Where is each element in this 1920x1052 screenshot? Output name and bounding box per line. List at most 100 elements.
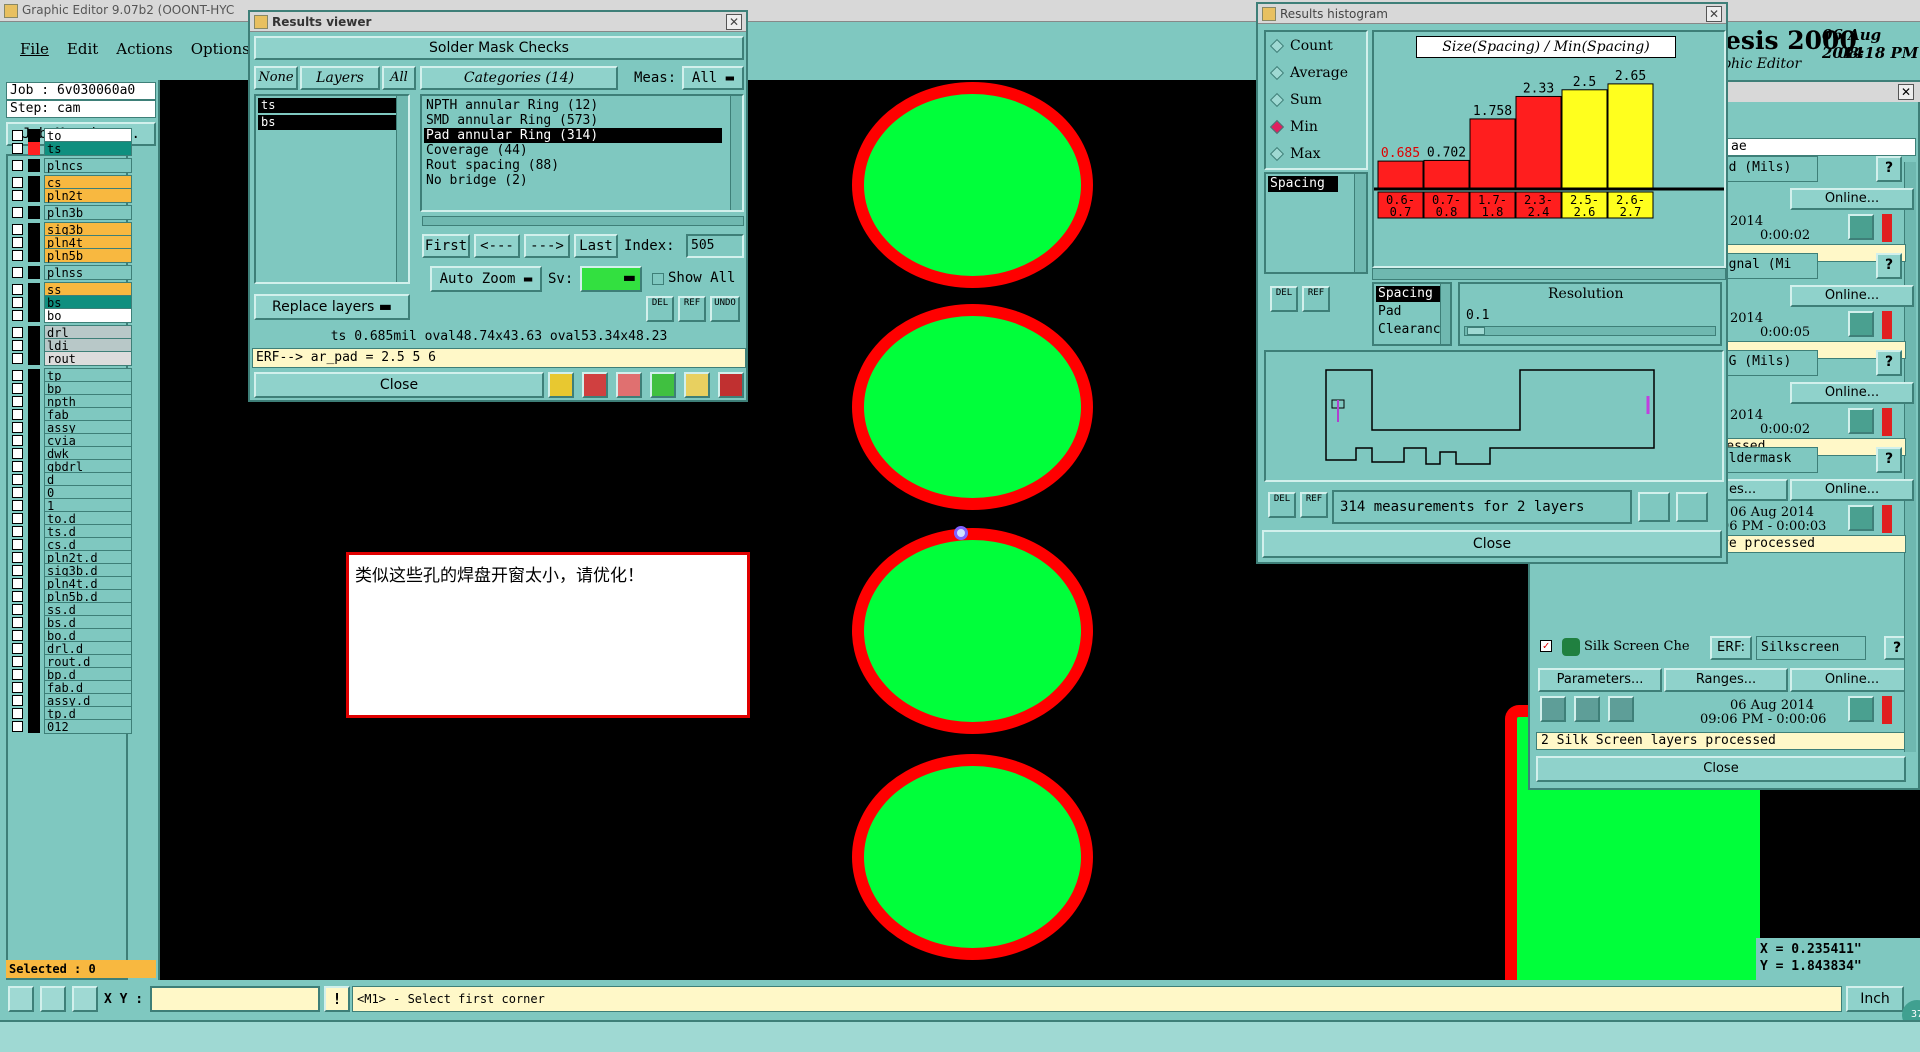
chart-view-icon-2[interactable] [1676,492,1708,522]
layer-row[interactable]: plnss [8,265,133,280]
layer-display-flag[interactable] [28,159,40,172]
silk-online-button[interactable]: Online... [1790,668,1914,692]
layer-row[interactable]: pln3b [8,205,133,220]
mode-radio[interactable]: Count [1269,36,1366,58]
online-button[interactable]: Online... [1790,382,1914,404]
layer-select-checkbox[interactable] [12,565,23,576]
layer-select-checkbox[interactable] [12,340,23,351]
layer-select-checkbox[interactable] [12,370,23,381]
histogram-bar[interactable] [1515,95,1562,189]
layer-display-flag[interactable] [28,249,40,262]
help-button[interactable]: ? [1876,350,1902,376]
category-hscroll[interactable] [422,216,744,226]
help-button[interactable]: ? [1876,156,1902,182]
menu-actions[interactable]: Actions [116,40,172,58]
mode-radio[interactable]: Average [1269,63,1366,85]
run-icon[interactable] [1608,696,1634,722]
silk-erf-button[interactable]: ERF: [1710,636,1752,660]
layer-select-checkbox[interactable] [12,267,23,278]
layer-display-flag[interactable] [28,309,40,322]
online-button[interactable]: Online... [1790,188,1914,210]
layer-display-flag[interactable] [28,189,40,202]
layer-select-checkbox[interactable] [12,474,23,485]
mode-radio[interactable]: Min [1269,117,1366,139]
silk-params-button[interactable]: Parameters... [1538,668,1662,692]
category-item[interactable]: Pad annular Ring (314) [424,128,722,143]
layer-name[interactable]: ts [44,141,132,156]
layer-select-checkbox[interactable] [12,695,23,706]
layer-display-flag[interactable] [28,352,40,365]
meas-dropdown[interactable]: All ▬ [682,66,744,90]
layer-select-checkbox[interactable] [12,539,23,550]
close-icon[interactable]: ✕ [1898,84,1914,100]
category-item[interactable]: NPTH annular Ring (12) [424,98,722,113]
index-input[interactable]: 505 [686,234,744,258]
layer-select-checkbox[interactable] [12,448,23,459]
histogram-close-button[interactable]: Close [1262,530,1722,558]
layer-select-checkbox[interactable] [12,224,23,235]
layer-select-checkbox[interactable] [12,682,23,693]
layer-select-checkbox[interactable] [12,237,23,248]
histogram-bar[interactable] [1423,159,1470,189]
layer-select-checkbox[interactable] [12,409,23,420]
layer-select-checkbox[interactable] [12,500,23,511]
layer-name[interactable]: bo [44,308,132,323]
layer-select-checkbox[interactable] [12,160,23,171]
spacing-list[interactable]: Spacing [1264,172,1368,274]
replace-layers-dropdown[interactable]: Replace layers ▬ [254,294,410,320]
layer-select-checkbox[interactable] [12,422,23,433]
resolution-handle[interactable] [1467,327,1485,335]
layer-select-checkbox[interactable] [12,487,23,498]
del-icon[interactable]: DEL [1270,286,1298,312]
snap-icon[interactable] [8,986,34,1012]
resolution-slider[interactable] [1464,326,1716,336]
chart-view-icon[interactable] [1638,492,1670,522]
layers-button[interactable]: Layers [300,66,380,90]
all-button[interactable]: All [382,66,416,90]
layer-select-checkbox[interactable] [12,284,23,295]
layer-select-checkbox[interactable] [12,383,23,394]
layer-scrollbar[interactable] [396,96,408,282]
ref-icon[interactable]: REF [1300,492,1328,518]
layer-select-checkbox[interactable] [12,327,23,338]
menu-file[interactable]: File [20,40,49,58]
chart-icon[interactable] [718,372,744,398]
histogram-bar[interactable] [1561,89,1608,189]
mode-radio[interactable]: Max [1269,144,1366,166]
online-button[interactable]: Online... [1790,479,1914,501]
help-button[interactable]: ? [1876,253,1902,279]
layer-select-checkbox[interactable] [12,669,23,680]
radio-icon[interactable] [1269,65,1285,81]
tool-icon-2[interactable] [582,372,608,398]
layer-select-checkbox[interactable] [12,396,23,407]
layer-select-checkbox[interactable] [12,207,23,218]
layer-select-checkbox[interactable] [12,721,23,732]
tool-icon-4[interactable] [650,372,676,398]
layer-name[interactable]: 012 [44,719,132,734]
layer-row[interactable]: 012 [8,719,133,734]
run-icon[interactable] [1540,696,1566,722]
category-item[interactable]: Coverage (44) [424,143,722,158]
tool-icon-1[interactable] [548,372,574,398]
layer-select-checkbox[interactable] [12,310,23,321]
first-button[interactable]: First [422,234,470,258]
layer-select-checkbox[interactable] [12,513,23,524]
del-icon[interactable]: DEL [646,296,674,322]
ref-icon[interactable]: REF [678,296,706,322]
layer-name[interactable]: plnss [44,265,132,280]
layer-select-checkbox[interactable] [12,591,23,602]
layer-select-checkbox[interactable] [12,578,23,589]
zoom-icon[interactable] [1848,311,1874,337]
radio-icon[interactable] [1269,38,1285,54]
layer-item-bs[interactable]: bs [258,115,398,130]
layer-select-checkbox[interactable] [12,250,23,261]
layer-listbox[interactable]: ts bs [254,94,410,284]
run-icon[interactable] [1574,696,1600,722]
radio-icon[interactable] [1269,119,1285,135]
category-list[interactable]: NPTH annular Ring (12) SMD annular Ring (… [420,94,744,212]
online-button[interactable]: Online... [1790,285,1914,307]
last-button[interactable]: Last [574,234,618,258]
menu-edit[interactable]: Edit [67,40,98,58]
tool-icon-3[interactable] [616,372,642,398]
del-icon[interactable]: DEL [1268,492,1296,518]
